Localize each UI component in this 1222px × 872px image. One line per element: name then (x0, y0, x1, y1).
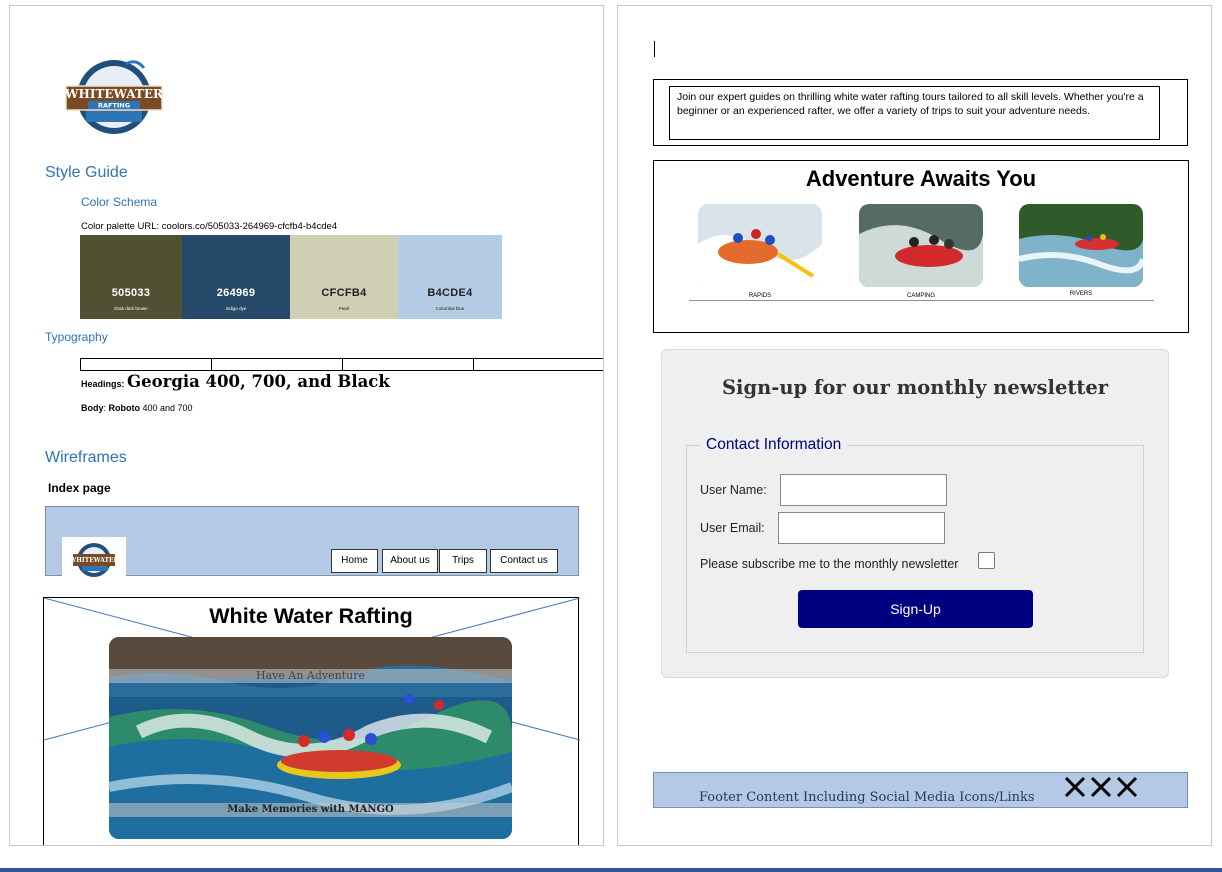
color-schema-heading: Color Schema (81, 195, 158, 209)
index-page-label: Index page (48, 481, 111, 495)
headings-label: Headings: (81, 379, 125, 389)
nav-about-button[interactable]: About us (382, 549, 438, 573)
body-font: Roboto (108, 403, 141, 413)
swatch-code: 505033 (111, 287, 151, 299)
swatch-name: Pearl (338, 306, 350, 311)
sign-up-button[interactable]: Sign-Up (798, 590, 1033, 628)
rapids-label: RAPIDS (748, 293, 772, 299)
text-cursor (654, 41, 655, 57)
body-typography: Body: Roboto 400 and 700 (81, 403, 193, 413)
user-name-input[interactable] (780, 474, 947, 506)
wireframes-heading: Wireframes (45, 449, 127, 466)
user-name-label: User Name: (700, 483, 767, 497)
hero-title: White Water Rafting (209, 604, 413, 628)
user-email-label: User Email: (700, 521, 765, 535)
headings-font: Georgia 400, 700, and Black (127, 372, 390, 391)
swatch-264969: 264969 Indigo dye (182, 235, 290, 319)
intro-text: Join our expert guides on thrilling whit… (669, 86, 1160, 140)
user-email-input[interactable] (778, 512, 945, 544)
contact-legend: Contact Information (700, 436, 848, 454)
newsletter-title: Sign-up for our monthly newsletter (721, 376, 1109, 399)
style-guide-heading: Style Guide (45, 164, 128, 181)
typography-table-row (80, 358, 603, 371)
subscribe-label: Please subscribe me to the monthly newsl… (700, 557, 959, 571)
hero-band-top: Have An Adventure (109, 669, 512, 683)
swatch-name: Indigo dye (225, 306, 247, 311)
rapids-image (698, 204, 822, 287)
camping-label: CAMPING (906, 293, 935, 299)
rivers-image (1019, 204, 1143, 287)
logo-line2: RAFTING (98, 102, 130, 110)
thumbs-underline (689, 300, 1154, 301)
logo-line1: WHITEWATER (64, 87, 164, 101)
table-cell (212, 359, 343, 370)
swatch-code: B4CDE4 (427, 287, 473, 299)
typography-heading: Typography (45, 330, 108, 344)
palette-url: Color palette URL: coolors.co/505033-264… (81, 221, 338, 232)
body-label: Body (81, 403, 104, 413)
table-cell (474, 359, 603, 370)
social-icons (1062, 774, 1142, 807)
whitewater-logo: WHITEWATER RAFTING (64, 56, 164, 138)
swatch-code: CFCFB4 (321, 287, 367, 299)
document-page-2: Join our expert guides on thrilling whit… (617, 5, 1212, 846)
swatch-code: 264969 (216, 287, 256, 299)
table-cell (343, 359, 474, 370)
nav-home-button[interactable]: Home (331, 549, 378, 573)
hero-rafting-image: Have An Adventure Make Memories with MAN… (109, 637, 512, 839)
swatch-name: Drab dark brown (114, 306, 148, 311)
hero-band-bottom: Make Memories with MANGO (109, 803, 512, 817)
swatch-505033: 505033 Drab dark brown (80, 235, 182, 319)
swatch-b4cde4: B4CDE4 Columbia blue (398, 235, 502, 319)
nav-trips-button[interactable]: Trips (439, 549, 487, 573)
swatch-name: Columbia blue (435, 306, 465, 311)
adventure-title: Adventure Awaits You (805, 166, 1037, 191)
wireframe-logo-text: WHITEWATER (69, 557, 120, 564)
table-cell (81, 359, 212, 370)
swatch-cfcfb4: CFCFB4 Pearl (290, 235, 398, 319)
nav-contact-button[interactable]: Contact us (490, 549, 558, 573)
window-bottom-bar (0, 868, 1222, 872)
footer-text: Footer Content Including Social Media Ic… (699, 790, 1035, 805)
rivers-label: RIVERS (1069, 291, 1093, 297)
document-page-1: WHITEWATER RAFTING Style Guide Color Sch… (9, 5, 604, 846)
body-weights: 400 and 700 (140, 403, 193, 413)
camping-image (859, 204, 983, 287)
wireframe-logo: WHITEWATER (62, 537, 126, 579)
subscribe-checkbox[interactable] (978, 552, 995, 569)
headings-typography: Headings: Georgia 400, 700, and Black (81, 372, 390, 391)
